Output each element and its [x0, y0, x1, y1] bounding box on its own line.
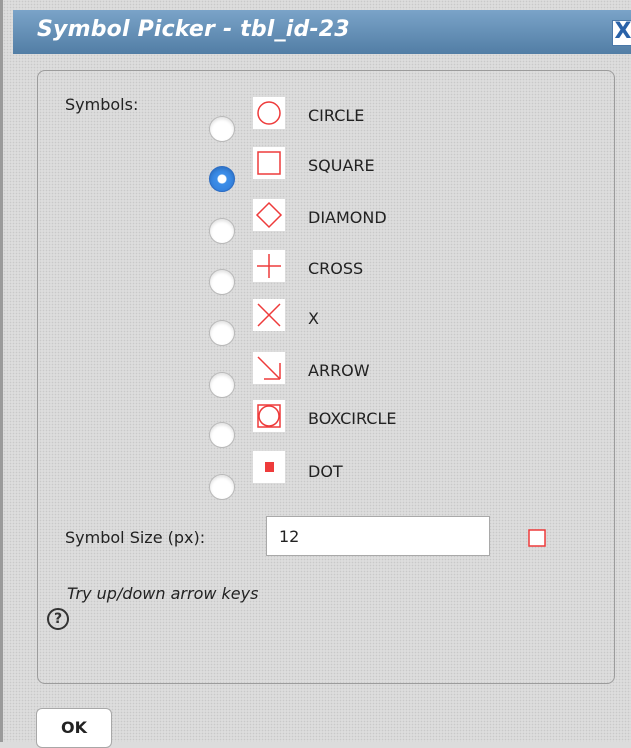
arrow-symbol-icon	[253, 352, 285, 384]
diamond-symbol-icon	[253, 199, 285, 231]
symbol-label-diamond: DIAMOND	[308, 208, 387, 227]
symbol-preview-icon	[526, 527, 548, 549]
circle-symbol-icon	[253, 97, 285, 129]
radio-diamond[interactable]	[209, 218, 235, 244]
symbol-size-input[interactable]	[266, 516, 490, 556]
symbol-label-x: X	[308, 309, 319, 328]
dot-symbol-icon	[253, 451, 285, 483]
help-icon[interactable]: ?	[47, 608, 69, 630]
radio-square[interactable]	[209, 166, 235, 192]
radio-dot[interactable]	[209, 474, 235, 500]
symbol-label-circle: CIRCLE	[308, 106, 365, 125]
arrow-keys-hint: Try up/down arrow keys	[67, 584, 259, 603]
symbol-size-label: Symbol Size (px):	[65, 528, 206, 547]
symbol-picker-dialog: Symbol Picker - tbl_id-23 X Symbols: CIR…	[0, 0, 631, 748]
radio-x[interactable]	[209, 320, 235, 346]
symbols-label: Symbols:	[65, 95, 139, 114]
close-icon[interactable]: X	[612, 20, 631, 46]
symbol-label-arrow: ARROW	[308, 361, 370, 380]
boxcircle-symbol-icon	[253, 400, 285, 432]
ok-button[interactable]: OK	[36, 708, 112, 748]
radio-circle[interactable]	[209, 116, 235, 142]
cross-symbol-icon	[253, 250, 285, 282]
symbol-label-boxcircle: BOXCIRCLE	[308, 409, 397, 428]
symbol-label-cross: CROSS	[308, 259, 364, 278]
radio-arrow[interactable]	[209, 372, 235, 398]
symbol-label-square: SQUARE	[308, 156, 375, 175]
dialog-title: Symbol Picker - tbl_id-23	[37, 17, 350, 42]
symbol-label-dot: DOT	[308, 462, 343, 481]
radio-cross[interactable]	[209, 269, 235, 295]
dialog-titlebar[interactable]: Symbol Picker - tbl_id-23 X	[13, 10, 631, 54]
radio-boxcircle[interactable]	[209, 422, 235, 448]
square-symbol-icon	[253, 147, 285, 179]
x-symbol-icon	[253, 299, 285, 331]
